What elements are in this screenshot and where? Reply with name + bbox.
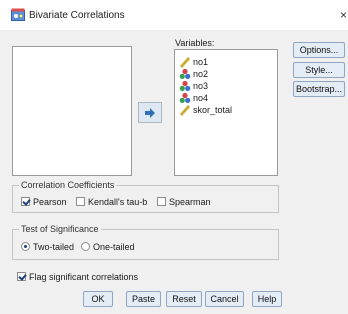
- list-item[interactable]: no3: [179, 80, 208, 92]
- list-item[interactable]: no4: [179, 92, 208, 104]
- test-of-significance-legend: Test of Significance: [19, 224, 101, 234]
- list-item[interactable]: no2: [179, 68, 208, 80]
- variables-list[interactable]: no1 no2 no3 no4 skor_total: [174, 49, 278, 176]
- style-button[interactable]: Style...: [293, 62, 345, 78]
- help-button[interactable]: Help: [252, 291, 282, 307]
- flag-significant-checkbox[interactable]: [17, 272, 26, 281]
- scale-ruler-icon: [179, 105, 191, 116]
- kendall-checkbox[interactable]: [76, 197, 85, 206]
- cancel-button[interactable]: Cancel: [205, 291, 244, 307]
- variable-name: skor_total: [193, 105, 233, 115]
- list-item[interactable]: skor_total: [179, 104, 232, 116]
- options-button[interactable]: Options...: [293, 42, 345, 58]
- nominal-icon: [179, 92, 191, 103]
- correlation-coefficients-legend: Correlation Coefficients: [19, 180, 117, 190]
- right-arrow-icon: [145, 108, 155, 118]
- window-title: Bivariate Correlations: [29, 10, 125, 21]
- test-of-significance-group: Test of Significance Two-tailed One-tail…: [12, 224, 279, 260]
- variable-name: no4: [193, 93, 209, 103]
- bootstrap-button[interactable]: Bootstrap...: [293, 81, 345, 97]
- variable-name: no1: [193, 57, 209, 67]
- correlation-coefficients-group: Correlation Coefficients Pearson Kendall…: [12, 180, 279, 213]
- flag-significant-label: Flag significant correlations: [29, 272, 139, 282]
- ok-button[interactable]: OK: [83, 291, 113, 307]
- variables-label: Variables:: [175, 38, 215, 48]
- one-tailed-label: One-tailed: [93, 242, 135, 252]
- spearman-checkbox[interactable]: [157, 197, 166, 206]
- scale-ruler-icon: [179, 57, 191, 68]
- kendall-label: Kendall's tau-b: [88, 197, 148, 207]
- paste-button[interactable]: Paste: [126, 291, 161, 307]
- two-tailed-radio[interactable]: [21, 242, 30, 251]
- nominal-icon: [179, 80, 191, 91]
- pearson-checkbox[interactable]: [21, 197, 30, 206]
- reset-button[interactable]: Reset: [166, 291, 202, 307]
- pearson-label: Pearson: [33, 197, 67, 207]
- close-icon[interactable]: ×: [340, 8, 347, 22]
- spss-dialog-icon: [11, 8, 25, 21]
- move-variable-button[interactable]: [138, 102, 162, 123]
- two-tailed-label: Two-tailed: [33, 242, 75, 252]
- variable-name: no2: [193, 69, 209, 79]
- spearman-label: Spearman: [169, 197, 211, 207]
- one-tailed-radio[interactable]: [81, 242, 90, 251]
- list-item[interactable]: no1: [179, 56, 208, 68]
- source-variable-list[interactable]: [12, 46, 132, 176]
- nominal-icon: [179, 68, 191, 79]
- variable-name: no3: [193, 81, 209, 91]
